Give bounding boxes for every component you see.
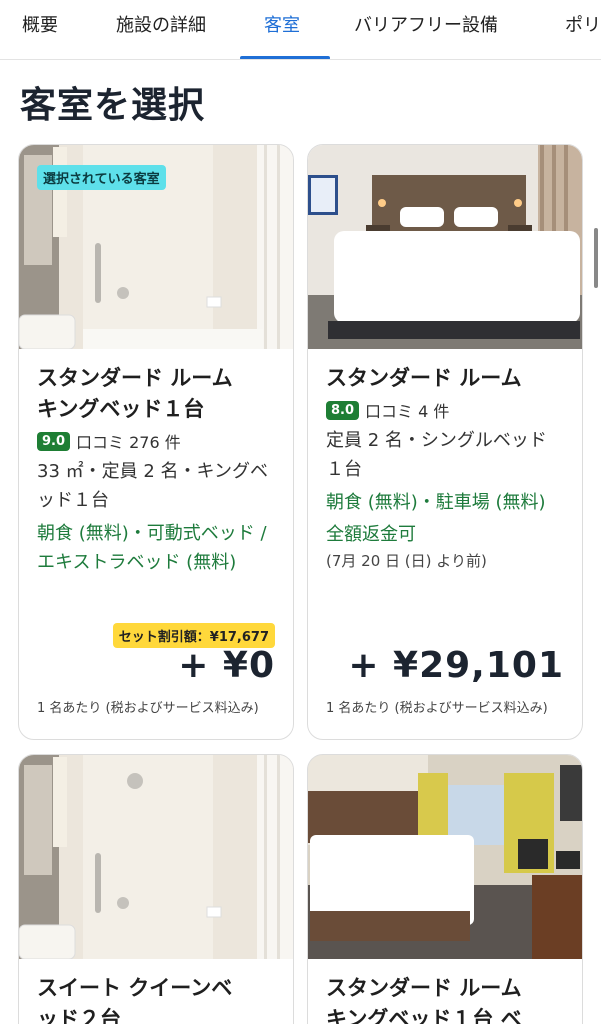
price-note: 1 名あたり (税およびサービス料込み) [37, 701, 259, 716]
scrollbar[interactable] [594, 228, 598, 288]
tab-overview[interactable]: 概要 [22, 0, 58, 59]
room-photo-bedroom[interactable] [308, 755, 582, 959]
review-count: 口コミ 4 件 [365, 402, 450, 421]
room-card-standard-single[interactable]: スタンダード ルーム 8.0 口コミ 4 件 定員 2 名・シングルベッド１台 … [307, 144, 583, 740]
refund-policy: 全額返金可 [326, 524, 416, 545]
tab-facility-details[interactable]: 施設の詳細 [116, 0, 206, 59]
room-photo-bathroom[interactable]: 選択されている客室 [19, 145, 293, 349]
tab-bar: 概要 施設の詳細 客室 バリアフリー設備 ポリ [0, 0, 601, 60]
room-card-standard-king[interactable]: 選択されている客室 スタンダード ルーム キングベッド１台 9.0 口コミ 27… [18, 144, 294, 740]
price-note: 1 名あたり (税およびサービス料込み) [326, 701, 548, 716]
room-perks: 朝食 (無料)・可動式ベッド / エキストラベッド (無料) [37, 523, 267, 573]
room-card-suite-queen[interactable]: スイート クイーンベッド２台 [18, 754, 294, 1024]
room-details: 33 ㎡・定員 2 名・キングベッド１台 [37, 461, 268, 511]
page-title: 客室を選択 [20, 85, 206, 126]
rating-row: 9.0 口コミ 276 件 [37, 429, 275, 453]
price: + ¥29,101 [348, 645, 564, 686]
room-name: スタンダード ルーム [37, 366, 233, 390]
room-details: 定員 2 名・シングルベッド１台 [326, 430, 547, 480]
room-card-standard-king-bay[interactable]: スタンダード ルーム キングベッド１台 ベイ [307, 754, 583, 1024]
tab-rooms[interactable]: 客室 [264, 0, 300, 59]
refund-deadline: (7月 20 日 (日) より前) [326, 552, 487, 570]
rating-row: 8.0 口コミ 4 件 [326, 398, 564, 422]
rating-badge: 9.0 [37, 431, 71, 451]
room-name: スタンダード ルーム [326, 366, 522, 390]
room-name: スタンダード ルーム キングベッド１台 ベイ [326, 976, 522, 1024]
room-photo-bathroom[interactable] [19, 755, 293, 959]
tab-accessibility[interactable]: バリアフリー設備 [354, 0, 498, 59]
room-photo-bed[interactable] [308, 145, 582, 349]
room-name: スイート クイーンベッド２台 [37, 976, 233, 1024]
tab-policies[interactable]: ポリ [565, 0, 601, 59]
price: + ¥0 [178, 645, 275, 686]
selected-room-badge: 選択されている客室 [37, 165, 166, 190]
review-count: 口コミ 276 件 [76, 433, 181, 452]
room-name-line2: キングベッド１台 [37, 397, 205, 421]
room-perks: 朝食 (無料)・駐車場 (無料) [326, 492, 546, 513]
active-tab-indicator [240, 56, 330, 59]
rating-badge: 8.0 [326, 400, 360, 420]
